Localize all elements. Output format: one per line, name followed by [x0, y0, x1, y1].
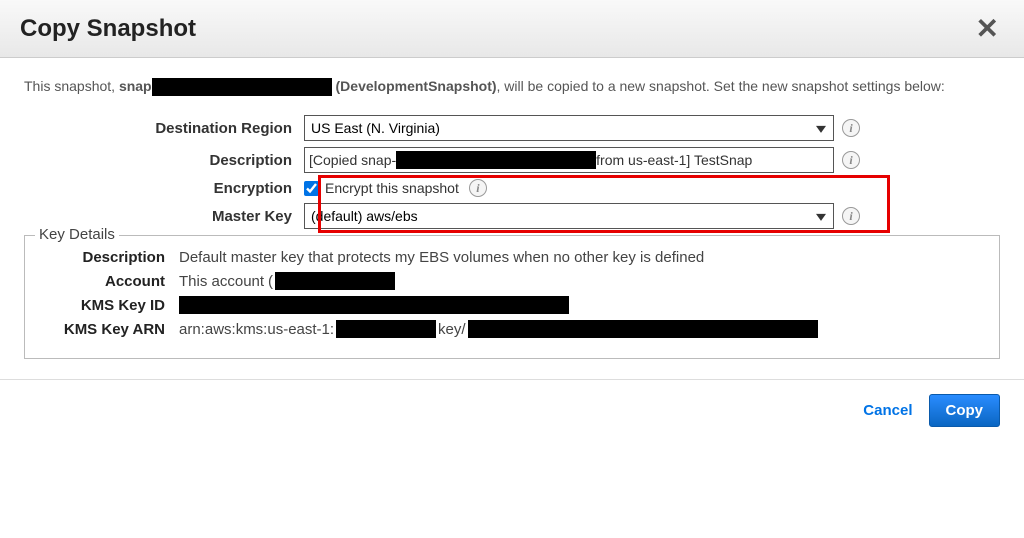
dialog-footer: Cancel Copy — [0, 379, 1024, 441]
row-description: Description [Copied snap- from us-east-1… — [24, 147, 1000, 173]
cancel-button[interactable]: Cancel — [863, 402, 912, 419]
redacted-desc-id — [396, 151, 596, 169]
select-master-key[interactable]: (default) aws/ebs — [304, 203, 834, 229]
kd-row-kms-key-id: KMS Key ID — [39, 296, 985, 314]
checkbox-encrypt[interactable] — [304, 181, 319, 196]
kd-arn-prefix: arn:aws:kms:us-east-1: — [179, 321, 334, 338]
kd-label-description: Description — [39, 249, 179, 266]
redacted-arn-key — [468, 320, 818, 338]
intro-snap-prefix: snap — [119, 78, 152, 94]
close-icon[interactable]: ✕ — [971, 12, 1004, 45]
input-description[interactable]: [Copied snap- from us-east-1] TestSnap — [304, 147, 834, 173]
row-master-key: Master Key (default) aws/ebs i — [24, 203, 1000, 229]
kd-value-kms-key-id — [179, 296, 569, 314]
redacted-account — [275, 272, 395, 290]
intro-prefix: This snapshot, — [24, 78, 119, 94]
kd-value-account: This account ( — [179, 272, 395, 290]
desc-prefix: [Copied snap- — [309, 152, 396, 168]
redacted-snapshot-id — [152, 78, 332, 96]
key-details-legend: Key Details — [35, 226, 119, 243]
kd-account-text: This account — [179, 273, 264, 290]
dialog-title: Copy Snapshot — [20, 15, 196, 43]
label-encryption: Encryption — [24, 180, 304, 197]
info-icon[interactable]: i — [842, 207, 860, 225]
desc-mid: from us-east-1] TestSnap — [596, 152, 752, 168]
label-description: Description — [24, 152, 304, 169]
info-icon[interactable]: i — [842, 119, 860, 137]
redacted-kms-key-id — [179, 296, 569, 314]
kd-row-description: Description Default master key that prot… — [39, 249, 985, 266]
copy-button[interactable]: Copy — [929, 394, 1001, 427]
label-destination-region: Destination Region — [24, 120, 304, 137]
dialog-header: Copy Snapshot ✕ — [0, 0, 1024, 58]
info-icon[interactable]: i — [469, 179, 487, 197]
row-encryption: Encryption Encrypt this snapshot i — [24, 179, 1000, 197]
checkbox-encrypt-label: Encrypt this snapshot — [325, 180, 459, 196]
intro-suffix: , will be copied to a new snapshot. Set … — [497, 78, 945, 94]
redacted-arn-acct — [336, 320, 436, 338]
kd-label-account: Account — [39, 273, 179, 290]
kd-row-kms-key-arn: KMS Key ARN arn:aws:kms:us-east-1: key/ — [39, 320, 985, 338]
select-destination-region[interactable]: US East (N. Virginia) — [304, 115, 834, 141]
kd-arn-mid: key/ — [438, 321, 466, 338]
dialog-body: This snapshot, snap (DevelopmentSnapshot… — [0, 58, 1024, 369]
encryption-section: Encryption Encrypt this snapshot i Maste… — [24, 179, 1000, 229]
info-icon[interactable]: i — [842, 151, 860, 169]
kd-label-kms-key-arn: KMS Key ARN — [39, 321, 179, 338]
kd-value-kms-key-arn: arn:aws:kms:us-east-1: key/ — [179, 320, 818, 338]
label-master-key: Master Key — [24, 208, 304, 225]
intro-text: This snapshot, snap (DevelopmentSnapshot… — [24, 76, 1000, 97]
kd-row-account: Account This account ( — [39, 272, 985, 290]
kd-label-kms-key-id: KMS Key ID — [39, 297, 179, 314]
key-details-fieldset: Key Details Description Default master k… — [24, 235, 1000, 359]
row-destination-region: Destination Region US East (N. Virginia)… — [24, 115, 1000, 141]
intro-name-paren: (DevelopmentSnapshot) — [336, 78, 497, 94]
kd-value-description: Default master key that protects my EBS … — [179, 249, 704, 266]
